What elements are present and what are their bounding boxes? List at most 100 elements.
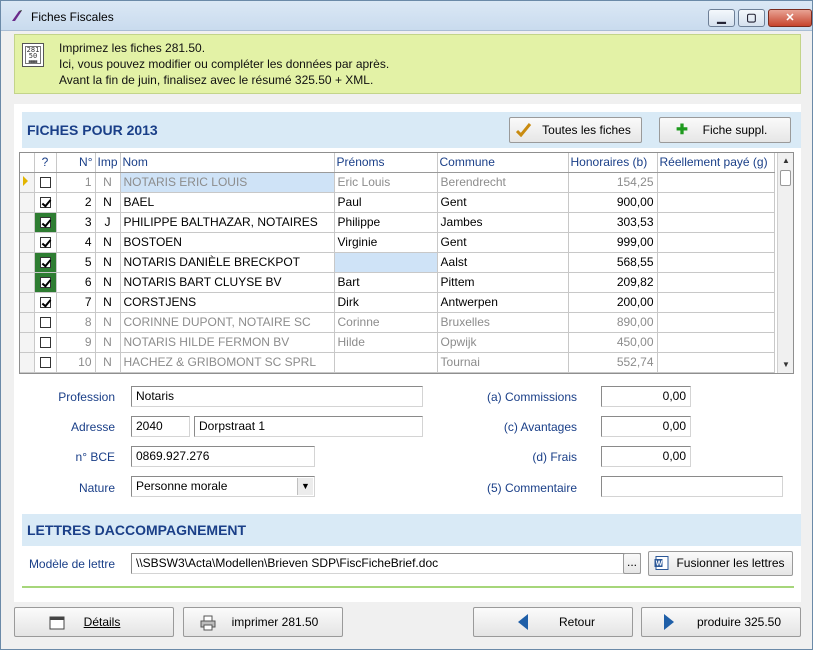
col-number-header[interactable]: N°	[56, 153, 96, 173]
row-honoraires[interactable]: 568,55	[568, 252, 658, 273]
row-honoraires[interactable]: 209,82	[568, 272, 658, 293]
row-checkbox[interactable]	[34, 172, 57, 193]
col-prenoms-header[interactable]: Prénoms	[334, 153, 438, 173]
commissions-field[interactable]: 0,00	[601, 386, 691, 407]
row-nom[interactable]: HACHEZ & GRIBOMONT SC SPRL	[120, 352, 335, 373]
row-paye[interactable]	[657, 292, 775, 313]
commentaire-field[interactable]	[601, 476, 783, 497]
col-nom-header[interactable]: Nom	[120, 153, 335, 173]
table-row[interactable]: 6 N NOTARIS BART CLUYSE BV Bart Pittem 209,82	[20, 272, 775, 293]
postcode-field[interactable]: 2040	[131, 416, 190, 437]
table-row[interactable]: 1 N NOTARIS ERIC LOUIS Eric Louis Berendrech…	[20, 172, 775, 193]
col-honoraires-header[interactable]: Honoraires (b)	[568, 153, 658, 173]
row-commune[interactable]: Tournai	[437, 352, 569, 373]
col-paye-header[interactable]: Réellement payé (g)	[657, 153, 775, 173]
table-row[interactable]: 5 N NOTARIS DANIÈLE BRECKPOT Aalst 568,55	[20, 252, 775, 273]
profession-field[interactable]: Notaris	[131, 386, 423, 407]
row-prenom[interactable]: Paul	[334, 192, 438, 213]
close-button[interactable]: ✕	[768, 9, 812, 27]
table-row[interactable]: 10 N HACHEZ & GRIBOMONT SC SPRL Tournai 552,…	[20, 352, 775, 373]
row-imp[interactable]: N	[95, 192, 121, 213]
details-button[interactable]: Détails	[14, 607, 174, 637]
row-imp[interactable]: N	[95, 292, 121, 313]
row-indicator[interactable]	[20, 172, 35, 193]
modele-field[interactable]: \\SBSW3\Acta\Modellen\Brieven SDP\FiscFi…	[131, 553, 641, 574]
row-imp[interactable]: N	[95, 272, 121, 293]
row-honoraires[interactable]: 154,25	[568, 172, 658, 193]
row-nom[interactable]: PHILIPPE BALTHAZAR, NOTAIRES	[120, 212, 335, 233]
checkbox-checked-icon[interactable]	[39, 297, 51, 309]
nature-select[interactable]: Personne morale ▼	[131, 476, 315, 497]
row-honoraires[interactable]: 552,74	[568, 352, 658, 373]
row-imp[interactable]: N	[95, 252, 121, 273]
row-commune[interactable]: Berendrecht	[437, 172, 569, 193]
row-checkbox[interactable]	[34, 252, 57, 273]
row-paye[interactable]	[657, 352, 775, 373]
row-paye[interactable]	[657, 172, 775, 193]
row-checkbox[interactable]	[34, 352, 57, 373]
row-honoraires[interactable]: 303,53	[568, 212, 658, 233]
row-imp[interactable]: N	[95, 172, 121, 193]
row-paye[interactable]	[657, 312, 775, 333]
row-honoraires[interactable]: 999,00	[568, 232, 658, 253]
row-checkbox[interactable]	[34, 212, 57, 233]
row-commune[interactable]: Gent	[437, 192, 569, 213]
checkbox-checked-icon[interactable]	[39, 237, 51, 249]
row-nom[interactable]: BOSTOEN	[120, 232, 335, 253]
frais-field[interactable]: 0,00	[601, 446, 691, 467]
row-prenom[interactable]: Eric Louis	[334, 172, 438, 193]
row-paye[interactable]	[657, 332, 775, 353]
row-imp[interactable]: N	[95, 352, 121, 373]
checkbox-checked-icon[interactable]	[39, 217, 51, 229]
bce-field[interactable]: 0869.927.276	[131, 446, 315, 467]
row-nom[interactable]: NOTARIS DANIÈLE BRECKPOT	[120, 252, 335, 273]
all-fiches-button[interactable]: Toutes les fiches	[509, 117, 642, 143]
row-prenom[interactable]: Bart	[334, 272, 438, 293]
row-prenom[interactable]	[334, 352, 438, 373]
row-honoraires[interactable]: 890,00	[568, 312, 658, 333]
row-commune[interactable]: Jambes	[437, 212, 569, 233]
row-commune[interactable]: Bruxelles	[437, 312, 569, 333]
row-prenom[interactable]: Philippe	[334, 212, 438, 233]
grid-scrollbar[interactable]: ▲ ▼	[777, 153, 793, 373]
row-paye[interactable]	[657, 272, 775, 293]
row-prenom[interactable]: Virginie	[334, 232, 438, 253]
checkbox-unchecked-icon[interactable]	[39, 357, 51, 369]
row-honoraires[interactable]: 450,00	[568, 332, 658, 353]
checkbox-unchecked-icon[interactable]	[39, 177, 51, 189]
row-prenom[interactable]: Dirk	[334, 292, 438, 313]
table-row[interactable]: 7 N CORSTJENS Dirk Antwerpen 200,00	[20, 292, 775, 313]
row-imp[interactable]: N	[95, 232, 121, 253]
scroll-up-arrow-icon[interactable]: ▲	[778, 153, 793, 169]
col-check-header[interactable]: ?	[34, 153, 57, 173]
maximize-button[interactable]: ▢	[738, 9, 765, 27]
row-paye[interactable]	[657, 252, 775, 273]
row-prenom[interactable]	[334, 252, 438, 273]
checkbox-checked-icon[interactable]	[39, 197, 51, 209]
scroll-down-arrow-icon[interactable]: ▼	[778, 357, 793, 373]
row-nom[interactable]: NOTARIS BART CLUYSE BV	[120, 272, 335, 293]
checkbox-unchecked-icon[interactable]	[39, 337, 51, 349]
row-paye[interactable]	[657, 232, 775, 253]
row-commune[interactable]: Antwerpen	[437, 292, 569, 313]
row-nom[interactable]: NOTARIS ERIC LOUIS	[120, 172, 335, 193]
fiches-grid[interactable]: ? N° Imp Nom Prénoms Commune Honoraires …	[19, 152, 794, 374]
table-row[interactable]: 3 J PHILIPPE BALTHAZAR, NOTAIRES Philippe Ja…	[20, 212, 775, 233]
row-paye[interactable]	[657, 212, 775, 233]
row-commune[interactable]: Aalst	[437, 252, 569, 273]
row-nom[interactable]: BAEL	[120, 192, 335, 213]
row-checkbox[interactable]	[34, 332, 57, 353]
table-row[interactable]: 4 N BOSTOEN Virginie Gent 999,00	[20, 232, 775, 253]
produce-325-button[interactable]: produire 325.50	[641, 607, 801, 637]
row-imp[interactable]: N	[95, 332, 121, 353]
row-checkbox[interactable]	[34, 292, 57, 313]
table-row[interactable]: 8 N CORINNE DUPONT, NOTAIRE SC Corinne Bruxe…	[20, 312, 775, 333]
table-row[interactable]: 2 N BAEL Paul Gent 900,00	[20, 192, 775, 213]
row-prenom[interactable]: Corinne	[334, 312, 438, 333]
row-checkbox[interactable]	[34, 312, 57, 333]
checkbox-unchecked-icon[interactable]	[39, 317, 51, 329]
row-indicator[interactable]	[20, 252, 35, 273]
chevron-down-icon[interactable]: ▼	[297, 478, 313, 495]
row-imp[interactable]: J	[95, 212, 121, 233]
row-honoraires[interactable]: 900,00	[568, 192, 658, 213]
